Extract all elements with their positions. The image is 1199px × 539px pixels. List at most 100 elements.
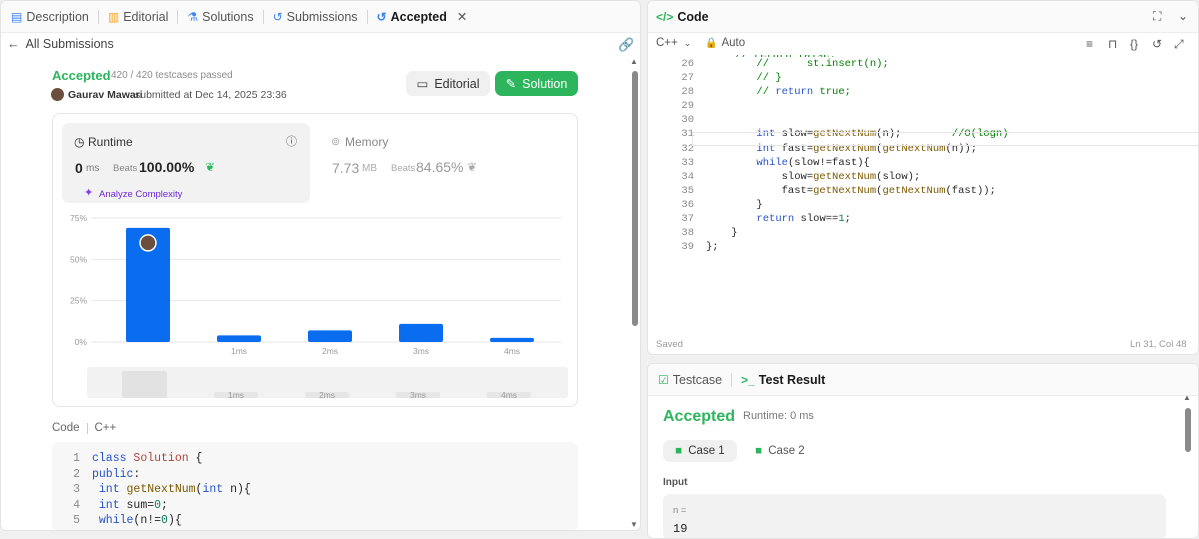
tab-test-result-label: Test Result <box>758 372 826 387</box>
avatar <box>51 88 64 101</box>
editor-line[interactable]: 28 // return true; <box>648 85 1188 99</box>
arrow-left-icon: ← <box>7 37 20 51</box>
code-editor[interactable]: // return false; 26 // st.insert(n);27 /… <box>648 55 1188 325</box>
solution-button[interactable]: ✎ Solution <box>495 71 578 96</box>
mini-label: 3ms <box>410 390 426 400</box>
auto-label: Auto <box>721 37 746 49</box>
avatar-marker <box>139 234 157 252</box>
line-text: slow=getNextNum(slow); <box>706 170 921 183</box>
runtime-label: Runtime <box>88 135 133 149</box>
code-line-number: 4 <box>73 498 80 512</box>
tab-solutions[interactable]: ⚗ Solutions <box>185 1 255 32</box>
close-tab-icon[interactable]: ✕ <box>457 9 467 24</box>
left-scrollbar-thumb[interactable] <box>632 71 638 326</box>
line-text: int fast=getNextNum(getNextNum(n)); <box>756 142 977 155</box>
x-tick-label: 3ms <box>413 346 429 356</box>
editor-line[interactable]: 26 // st.insert(n); <box>648 57 1188 71</box>
runtime-distribution-chart: 75% 50% 25% 0% 1ms 2ms 3ms 4ms 1ms 2ms 3ms 4ms <box>70 213 568 400</box>
tab-testcase[interactable]: ☑ Testcase <box>656 364 724 395</box>
line-text: fast=getNextNum(getNextNum(fast)); <box>706 184 996 197</box>
editor-line[interactable]: 34 slow=getNextNum(slow); <box>648 170 1188 184</box>
case-2-button[interactable]: ■ Case 2 <box>748 440 812 462</box>
leaf-icon: ❦ <box>205 160 216 174</box>
bar <box>490 337 534 342</box>
editor-line[interactable]: 38 } <box>648 226 1188 240</box>
expand-icon[interactable]: ⤢ <box>1174 37 1184 52</box>
info-icon[interactable]: ⓘ <box>286 133 297 149</box>
case-1-label: Case 1 <box>688 445 725 457</box>
line-number: 26 <box>681 58 694 70</box>
code-editor-panel: </> Code ⛶ ⌄ C++ ⌄ 🔒 Auto ≡ ⊓ {} ↺ ⤢ // … <box>647 0 1199 355</box>
back-to-submissions[interactable]: ← All Submissions <box>7 37 114 51</box>
history-icon: ↺ <box>376 9 387 24</box>
line-text: while(slow!=fast){ <box>756 156 870 169</box>
editor-line[interactable]: 27 // } <box>648 71 1188 85</box>
chevron-down-icon[interactable]: ⌄ <box>1178 9 1188 23</box>
link-icon[interactable]: 🔗 <box>618 37 634 53</box>
language-select-label: C++ <box>656 37 678 49</box>
result-status: Accepted <box>663 408 736 425</box>
braces-icon[interactable]: {} <box>1130 37 1138 51</box>
scroll-up-icon[interactable]: ▲ <box>630 57 638 66</box>
editor-line[interactable]: 33 while(slow!=fast){ <box>648 156 1188 170</box>
submission-status: Accepted <box>52 68 111 83</box>
editor-line[interactable]: 35 fast=getNextNum(getNextNum(fast)); <box>648 184 1188 198</box>
format-icon[interactable]: ≡ <box>1086 37 1093 51</box>
y-tick-label: 50% <box>70 254 87 264</box>
bookmark-icon[interactable]: ⊓ <box>1108 37 1117 51</box>
case-2-label: Case 2 <box>768 445 805 457</box>
scroll-down-icon[interactable]: ▼ <box>630 520 638 529</box>
check-icon: ■ <box>755 445 763 457</box>
line-text: // } <box>756 72 782 85</box>
y-tick-label: 0% <box>75 337 88 347</box>
memory-value: 7.73 <box>332 160 360 176</box>
memory-card[interactable]: ⊚ Memory 7.73 MB Beats 84.65% ❦ <box>323 123 523 203</box>
analyze-complexity-link[interactable]: Analyze Complexity <box>99 189 182 200</box>
code-icon: </> <box>656 9 674 24</box>
scroll-up-icon[interactable]: ▲ <box>1183 393 1191 402</box>
memory-unit: MB <box>362 163 377 174</box>
line-number: 39 <box>681 241 694 254</box>
back-label: All Submissions <box>25 37 114 51</box>
code-line-number: 2 <box>73 467 80 481</box>
range-selected <box>122 371 167 398</box>
test-scrollbar-thumb[interactable] <box>1185 408 1191 452</box>
book-icon: ▥ <box>107 9 120 24</box>
bar <box>217 335 261 342</box>
line-number: 30 <box>681 114 694 127</box>
reset-icon[interactable]: ↺ <box>1152 37 1162 51</box>
case-1-button[interactable]: ■ Case 1 <box>663 440 737 462</box>
line-text: // st.insert(n); <box>756 58 889 70</box>
tab-description[interactable]: ▤ Description <box>9 1 91 32</box>
runtime-unit: ms <box>86 163 100 174</box>
language-select[interactable]: C++ ⌄ <box>656 37 691 49</box>
y-tick-label: 75% <box>70 213 87 223</box>
tab-submissions[interactable]: ↺ Submissions <box>271 1 360 32</box>
submitted-code-block[interactable]: 1 class Solution { 2 public: 3 int getNext… <box>52 442 578 530</box>
auto-mode[interactable]: 🔒 Auto <box>705 37 745 49</box>
line-text: } <box>706 198 763 211</box>
tab-description-label: Description <box>26 9 89 24</box>
editor-line[interactable]: 36 } <box>648 198 1188 212</box>
author-name[interactable]: Gaurav Mawari <box>68 89 143 101</box>
mini-label: 4ms <box>501 390 517 400</box>
runtime-card[interactable]: ◷ Runtime ⓘ 0 ms Beats 100.00% ❦ ✦ Analy… <box>62 123 310 203</box>
tab-test-result[interactable]: >_ Test Result <box>739 364 827 395</box>
tab-editorial[interactable]: ▥ Editorial <box>106 1 171 32</box>
memory-label: Memory <box>345 135 389 149</box>
editor-line[interactable]: 30 <box>648 113 1188 127</box>
editor-line[interactable]: 29 <box>648 99 1188 113</box>
editorial-button[interactable]: ▭ Editorial <box>406 71 490 96</box>
chip-icon: ⊚ <box>331 136 341 148</box>
line-number: 32 <box>681 142 694 155</box>
edit-icon: ✎ <box>505 77 517 91</box>
tab-accepted[interactable]: ↺ Accepted ✕ <box>375 1 470 32</box>
x-tick-label: 1ms <box>231 346 247 356</box>
maximize-icon[interactable]: ⛶ <box>1153 9 1161 24</box>
line-number: 36 <box>681 198 694 211</box>
editor-line[interactable]: 39}; <box>648 240 1188 254</box>
editor-line[interactable]: 37 return slow==1; <box>648 212 1188 226</box>
editor-line[interactable]: 31 int slow=getNextNum(n); //O(logn) <box>648 127 1188 141</box>
editor-line[interactable]: 32 int fast=getNextNum(getNextNum(n)); <box>648 142 1188 156</box>
result-runtime: Runtime: 0 ms <box>743 410 814 422</box>
